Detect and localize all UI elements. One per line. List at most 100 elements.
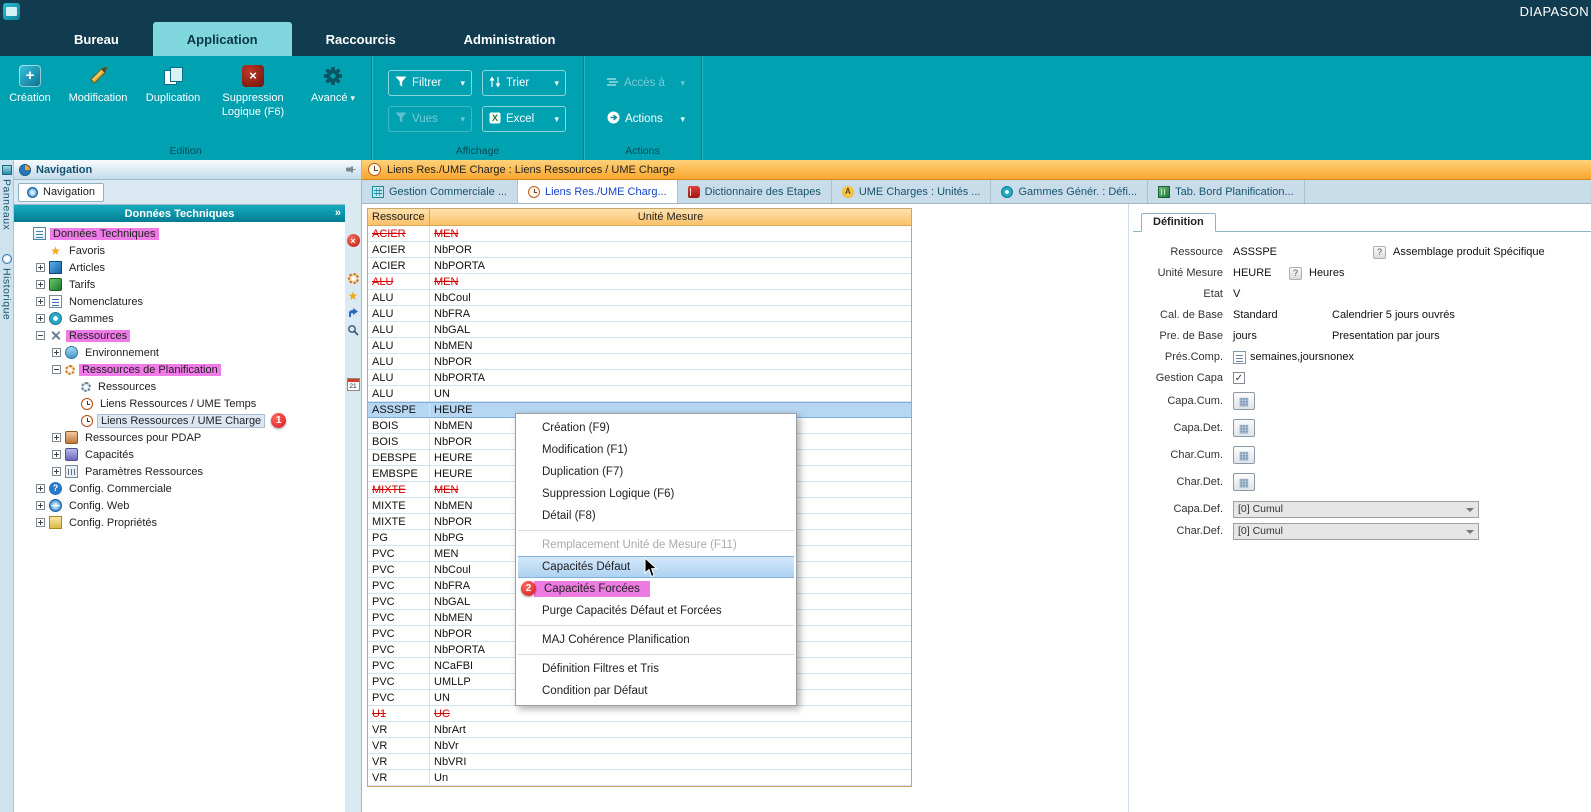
expand-icon[interactable]	[36, 280, 45, 289]
tree-item-ressources-de-planification[interactable]: Ressources de Planification	[14, 361, 345, 378]
expand-icon[interactable]	[52, 450, 61, 459]
field-value[interactable]: semaines,joursnonex	[1250, 351, 1354, 363]
menu-item-duplication-f7[interactable]: Duplication (F7)	[516, 461, 796, 483]
char-cum-button[interactable]	[1233, 446, 1255, 464]
menu-item-cr-ation-f9[interactable]: Création (F9)	[516, 417, 796, 439]
tree-item-config-commerciale[interactable]: Config. Commerciale	[14, 480, 345, 497]
collapse-icon[interactable]	[36, 331, 45, 340]
expand-icon[interactable]	[36, 263, 45, 272]
expand-icon[interactable]	[36, 518, 45, 527]
char-def-select[interactable]: [0] Cumul	[1233, 523, 1479, 540]
excel-button[interactable]: X Excel	[482, 106, 566, 132]
doc-tab-dictionnaire-des-etapes[interactable]: Dictionnaire des Etapes	[678, 180, 832, 203]
field-value[interactable]: ASSSPE	[1233, 246, 1373, 258]
modification-button[interactable]: Modification	[62, 63, 134, 120]
menu-item-d-tail-f8[interactable]: Détail (F8)	[516, 505, 796, 527]
menu-item-maj-coh-rence-planification[interactable]: MAJ Cohérence Planification	[516, 629, 796, 651]
menu-tab-raccourcis[interactable]: Raccourcis	[292, 22, 430, 56]
column-header-ressource[interactable]: Ressource	[368, 209, 430, 225]
tree-item-ressources-pour-pdap[interactable]: Ressources pour PDAP	[14, 429, 345, 446]
filtrer-button[interactable]: Filtrer	[388, 70, 472, 96]
doc-tab-ume-charges-unit-s[interactable]: UME Charges : Unités ...	[832, 180, 992, 203]
historique-tab[interactable]: Historique	[1, 268, 13, 320]
field-value[interactable]: HEURE	[1233, 267, 1289, 279]
clear-icon[interactable]	[347, 234, 360, 247]
table-row[interactable]: ALUMEN	[368, 274, 911, 290]
table-row[interactable]: ALUNbCoul	[368, 290, 911, 306]
table-row[interactable]: ACIERNbPOR	[368, 242, 911, 258]
gestion-capa-checkbox[interactable]	[1233, 372, 1245, 384]
collapse-icon[interactable]	[52, 365, 61, 374]
expand-icon[interactable]	[36, 501, 45, 510]
column-header-unite-mesure[interactable]: Unité Mesure	[430, 209, 911, 225]
avance-button[interactable]: Avancé	[302, 63, 364, 120]
table-row[interactable]: U1UC	[368, 706, 911, 722]
suppression-logique-button[interactable]: Suppression Logique (F6)	[212, 63, 294, 120]
menu-tab-application[interactable]: Application	[153, 22, 292, 56]
expand-icon[interactable]	[36, 484, 45, 493]
chevron-right-icon[interactable]	[335, 208, 341, 219]
capa-cum-button[interactable]	[1233, 392, 1255, 410]
pin-icon[interactable]	[345, 164, 356, 175]
menu-item-suppression-logique-f6[interactable]: Suppression Logique (F6)	[516, 483, 796, 505]
panel-splitter[interactable]	[1128, 204, 1129, 812]
tree-item-nomenclatures[interactable]: Nomenclatures	[14, 293, 345, 310]
capa-det-button[interactable]	[1233, 419, 1255, 437]
menu-tab-administration[interactable]: Administration	[430, 22, 590, 56]
tree-item-config-propri-t-s[interactable]: Config. Propriétés	[14, 514, 345, 531]
tree-item-ressources[interactable]: Ressources	[14, 378, 345, 395]
tree-item-favoris[interactable]: Favoris	[14, 242, 345, 259]
capa-def-select[interactable]: [0] Cumul	[1233, 501, 1479, 518]
menu-item-condition-par-d-faut[interactable]: Condition par Défaut	[516, 680, 796, 702]
char-det-button[interactable]	[1233, 473, 1255, 491]
field-value[interactable]: V	[1233, 288, 1240, 300]
table-row[interactable]: ALUUN	[368, 386, 911, 402]
table-row[interactable]: ALUNbFRA	[368, 306, 911, 322]
favorite-icon[interactable]	[347, 289, 360, 302]
menu-item-d-finition-filtres-et-tris[interactable]: Définition Filtres et Tris	[516, 658, 796, 680]
tree-item-donn-es-techniques[interactable]: Données Techniques	[14, 225, 345, 242]
tab-definition[interactable]: Définition	[1141, 213, 1216, 232]
tree-item-articles[interactable]: Articles	[14, 259, 345, 276]
menu-tab-bureau[interactable]: Bureau	[40, 22, 153, 56]
go-icon[interactable]	[347, 306, 360, 319]
table-row[interactable]: VRNbVRI	[368, 754, 911, 770]
tree-item-param-tres-ressources[interactable]: Paramètres Ressources	[14, 463, 345, 480]
tree-item-tarifs[interactable]: Tarifs	[14, 276, 345, 293]
panneaux-tab[interactable]: Panneaux	[1, 179, 13, 230]
tree-item-liens-ressources-ume-temps[interactable]: Liens Ressources / UME Temps	[14, 395, 345, 412]
expand-icon[interactable]	[36, 297, 45, 306]
search-icon[interactable]	[347, 323, 360, 336]
actions-button[interactable]: Actions	[600, 106, 692, 132]
table-row[interactable]: VRNbVr	[368, 738, 911, 754]
table-row[interactable]: ACIERNbPORTA	[368, 258, 911, 274]
table-row[interactable]: ALUNbGAL	[368, 322, 911, 338]
expand-icon[interactable]	[52, 467, 61, 476]
navigation-tab[interactable]: Navigation	[18, 183, 104, 202]
tree-item-environnement[interactable]: Environnement	[14, 344, 345, 361]
panels-icon[interactable]	[2, 165, 12, 175]
menu-item-purge-capacit-s-d-faut-et-forc-es[interactable]: Purge Capacités Défaut et Forcées	[516, 600, 796, 622]
trier-button[interactable]: Trier	[482, 70, 566, 96]
history-icon[interactable]	[2, 254, 12, 264]
table-row[interactable]: VRUn	[368, 770, 911, 786]
tree-item-ressources[interactable]: Ressources	[14, 327, 345, 344]
creation-button[interactable]: Création	[6, 63, 54, 120]
doc-tab-tab-bord-planification[interactable]: Tab. Bord Planification...	[1148, 180, 1305, 203]
expand-icon[interactable]	[36, 314, 45, 323]
doc-tab-gestion-commerciale[interactable]: Gestion Commerciale ...	[362, 180, 518, 203]
menu-item-capacit-s-forc-es[interactable]: Capacités Forcées2	[516, 578, 796, 600]
menu-item-modification-f1[interactable]: Modification (F1)	[516, 439, 796, 461]
doc-tab-gammes-g-n-r-d-fi[interactable]: Gammes Génér. : Défi...	[991, 180, 1148, 203]
doc-tab-liens-res-ume-charg[interactable]: Liens Res./UME Charg...	[518, 180, 678, 203]
tree-item-gammes[interactable]: Gammes	[14, 310, 345, 327]
calendar-icon[interactable]: 21	[347, 378, 360, 391]
table-row[interactable]: ALUNbPOR	[368, 354, 911, 370]
expand-icon[interactable]	[52, 433, 61, 442]
tree-item-liens-ressources-ume-charge[interactable]: Liens Ressources / UME Charge1	[14, 412, 345, 429]
table-row[interactable]: VRNbrArt	[368, 722, 911, 738]
tree-item-config-web[interactable]: Config. Web	[14, 497, 345, 514]
table-row[interactable]: ALUNbPORTA	[368, 370, 911, 386]
table-row[interactable]: ACIERMEN	[368, 226, 911, 242]
duplication-button[interactable]: Duplication	[142, 63, 204, 120]
